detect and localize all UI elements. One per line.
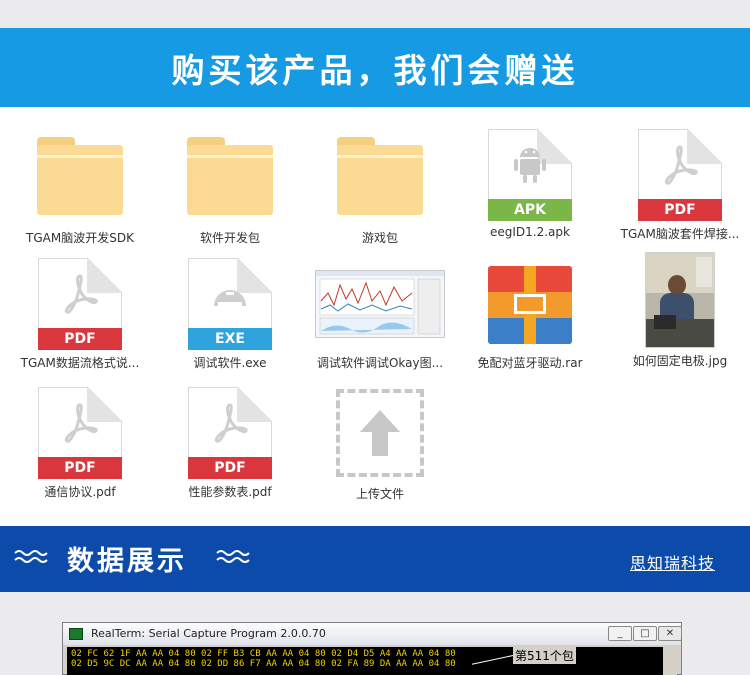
screenshot-area: RealTerm: Serial Capture Program 2.0.0.7…	[0, 592, 750, 675]
file-item-rar[interactable]: 免配对蓝牙驱动.rar	[455, 258, 605, 371]
file-type-badge: APK	[488, 199, 572, 221]
pdf-file-icon: PDF	[38, 257, 123, 350]
file-item-pdf-protocol[interactable]: PDF 通信协议.pdf	[5, 386, 155, 500]
file-label: 上传文件	[355, 487, 404, 501]
archive-icon	[488, 266, 572, 344]
window-title: RealTerm: Serial Capture Program 2.0.0.7…	[91, 627, 326, 640]
wave-icon	[216, 550, 250, 563]
exe-file-icon: EXE	[188, 257, 273, 350]
terminal-output: 02 FC 62 1F AA AA 04 80 02 FF B3 CB AA A…	[67, 647, 677, 675]
file-item-dev-kit[interactable]: 软件开发包	[155, 137, 305, 246]
wave-icon	[14, 550, 48, 563]
folder-icon	[37, 137, 123, 215]
scrollbar[interactable]	[663, 647, 677, 675]
minimize-button[interactable]: _	[608, 626, 632, 641]
annotation-pointer	[471, 655, 514, 665]
pdf-file-icon: PDF	[38, 386, 123, 479]
window-titlebar: RealTerm: Serial Capture Program 2.0.0.7…	[63, 623, 682, 645]
file-label: TGAM数据流格式说...	[20, 356, 140, 370]
file-label: 游戏包	[361, 231, 398, 245]
acrobat-icon	[64, 274, 98, 314]
gift-banner: 购买该产品，我们会赠送	[0, 28, 750, 107]
image-thumbnail	[315, 270, 445, 338]
acrobat-icon	[214, 403, 248, 443]
file-type-badge: PDF	[638, 199, 722, 221]
file-item-tgam-sdk[interactable]: TGAM脑波开发SDK	[5, 137, 155, 246]
file-label: 调试软件调试Okay图...	[316, 356, 444, 370]
file-label: 调试软件.exe	[193, 356, 267, 370]
section-title: 数据展示	[67, 546, 187, 577]
file-item-pdf-specs[interactable]: PDF 性能参数表.pdf	[155, 386, 305, 500]
hex-line: 02 D5 9C DC AA AA 04 80 02 DD 86 F7 AA A…	[71, 659, 456, 669]
photo-thumbnail	[645, 252, 715, 348]
hex-line: 02 FC 62 1F AA AA 04 80 02 FF B3 CB AA A…	[71, 649, 456, 659]
apk-file-icon: APK	[488, 128, 573, 221]
file-type-badge: PDF	[38, 328, 122, 350]
app-icon	[69, 628, 83, 640]
page: 购买该产品，我们会赠送 TGAM脑波开发SDK 软件开发包 游戏包 APK ee…	[0, 0, 750, 675]
company-link[interactable]: 思知瑞科技	[630, 550, 715, 574]
file-label: eegID1.2.apk	[490, 225, 570, 239]
maximize-button[interactable]: □	[633, 626, 657, 641]
pdf-file-icon: PDF	[638, 128, 723, 221]
file-item-apk[interactable]: APK eegID1.2.apk	[455, 128, 605, 239]
upload-file-button[interactable]: 上传文件	[305, 387, 455, 502]
file-item-pdf-dataformat[interactable]: PDF TGAM数据流格式说...	[5, 257, 155, 371]
folder-icon	[337, 137, 423, 215]
upload-icon	[336, 389, 424, 477]
acrobat-icon	[64, 403, 98, 443]
file-grid: TGAM脑波开发SDK 软件开发包 游戏包 APK eegID1.2.apk P…	[0, 107, 750, 526]
top-strip	[0, 0, 750, 28]
pdf-file-icon: PDF	[188, 386, 273, 479]
file-item-pdf-welding[interactable]: PDF TGAM脑波套件焊接...	[605, 128, 750, 242]
file-label: 软件开发包	[199, 231, 260, 245]
file-label: 免配对蓝牙驱动.rar	[477, 356, 583, 370]
file-label: 如何固定电极.jpg	[632, 354, 728, 368]
file-item-photo[interactable]: 如何固定电极.jpg	[605, 252, 750, 369]
data-showcase-bar: 数据展示 思知瑞科技	[0, 526, 750, 592]
file-label: 通信协议.pdf	[44, 485, 116, 499]
file-label: TGAM脑波套件焊接...	[620, 227, 740, 241]
file-type-badge: EXE	[188, 328, 272, 350]
file-item-game-pack[interactable]: 游戏包	[305, 137, 455, 246]
file-item-debug-image[interactable]: 调试软件调试Okay图...	[305, 258, 455, 371]
realterm-window: RealTerm: Serial Capture Program 2.0.0.7…	[62, 622, 682, 675]
file-label: 性能参数表.pdf	[188, 485, 272, 499]
file-label: TGAM脑波开发SDK	[26, 231, 134, 245]
file-type-badge: PDF	[38, 457, 122, 479]
file-item-exe[interactable]: EXE 调试软件.exe	[155, 257, 305, 371]
app-icon	[214, 290, 246, 308]
close-button[interactable]: ✕	[658, 626, 682, 641]
packet-annotation: 第511个包	[513, 647, 576, 664]
file-type-badge: PDF	[188, 457, 272, 479]
waveform-preview	[316, 271, 444, 335]
folder-icon	[187, 137, 273, 215]
banner-title: 购买该产品，我们会赠送	[171, 50, 579, 90]
acrobat-icon	[664, 145, 698, 185]
android-icon	[514, 148, 546, 183]
arrow-up-icon	[360, 410, 400, 456]
